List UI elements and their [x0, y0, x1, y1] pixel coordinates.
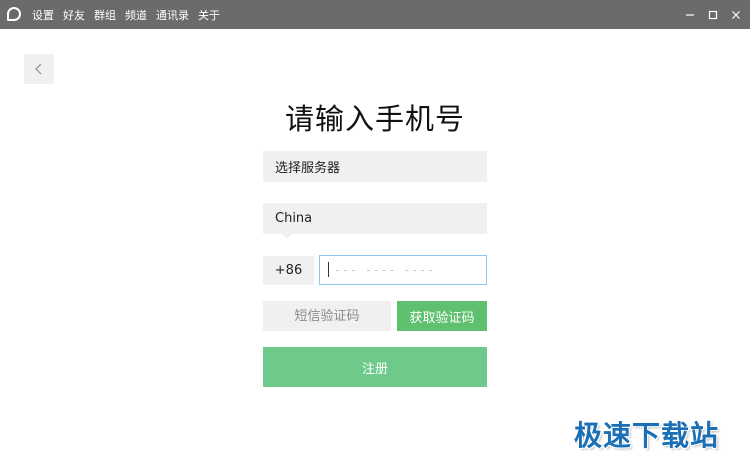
phone-number-input[interactable]: [319, 255, 487, 285]
country-select[interactable]: China: [263, 203, 487, 234]
text-cursor: [328, 262, 329, 277]
menu-item-settings[interactable]: 设置: [32, 7, 54, 23]
menu-item-about[interactable]: 关于: [198, 7, 220, 23]
sms-code-input[interactable]: [263, 301, 391, 331]
maximize-icon: [708, 10, 718, 19]
menu-item-channels[interactable]: 频道: [125, 7, 147, 23]
minimize-button[interactable]: [682, 7, 698, 23]
get-code-button[interactable]: 获取验证码: [397, 301, 487, 331]
menu-item-friends[interactable]: 好友: [63, 7, 85, 23]
watermark-text: 极速下载站: [574, 419, 720, 452]
close-icon: [732, 10, 740, 19]
maximize-button[interactable]: [705, 7, 721, 23]
menu-item-contacts[interactable]: 通讯录: [156, 7, 189, 23]
chat-bubble-icon: [7, 7, 21, 21]
window-controls: [682, 0, 744, 29]
register-button[interactable]: 注册: [263, 347, 487, 387]
app-window: 设置 好友 群组 频道 通讯录 关于 请输入手机号 选择服务器 China +8…: [0, 0, 750, 465]
chevron-left-icon: [35, 63, 42, 75]
top-menu: 设置 好友 群组 频道 通讯录 关于: [32, 0, 220, 29]
minimize-icon: [686, 13, 694, 16]
menu-item-groups[interactable]: 群组: [94, 7, 116, 23]
title-bar: 设置 好友 群组 频道 通讯录 关于: [0, 0, 750, 29]
watermark-logo: 极速下载站: [574, 414, 734, 454]
server-select[interactable]: 选择服务器: [263, 151, 487, 182]
close-button[interactable]: [728, 7, 744, 23]
dropdown-caret-icon: [281, 233, 293, 239]
country-code: +86: [263, 256, 314, 285]
page-title: 请输入手机号: [284, 102, 465, 136]
back-button[interactable]: [24, 54, 54, 84]
